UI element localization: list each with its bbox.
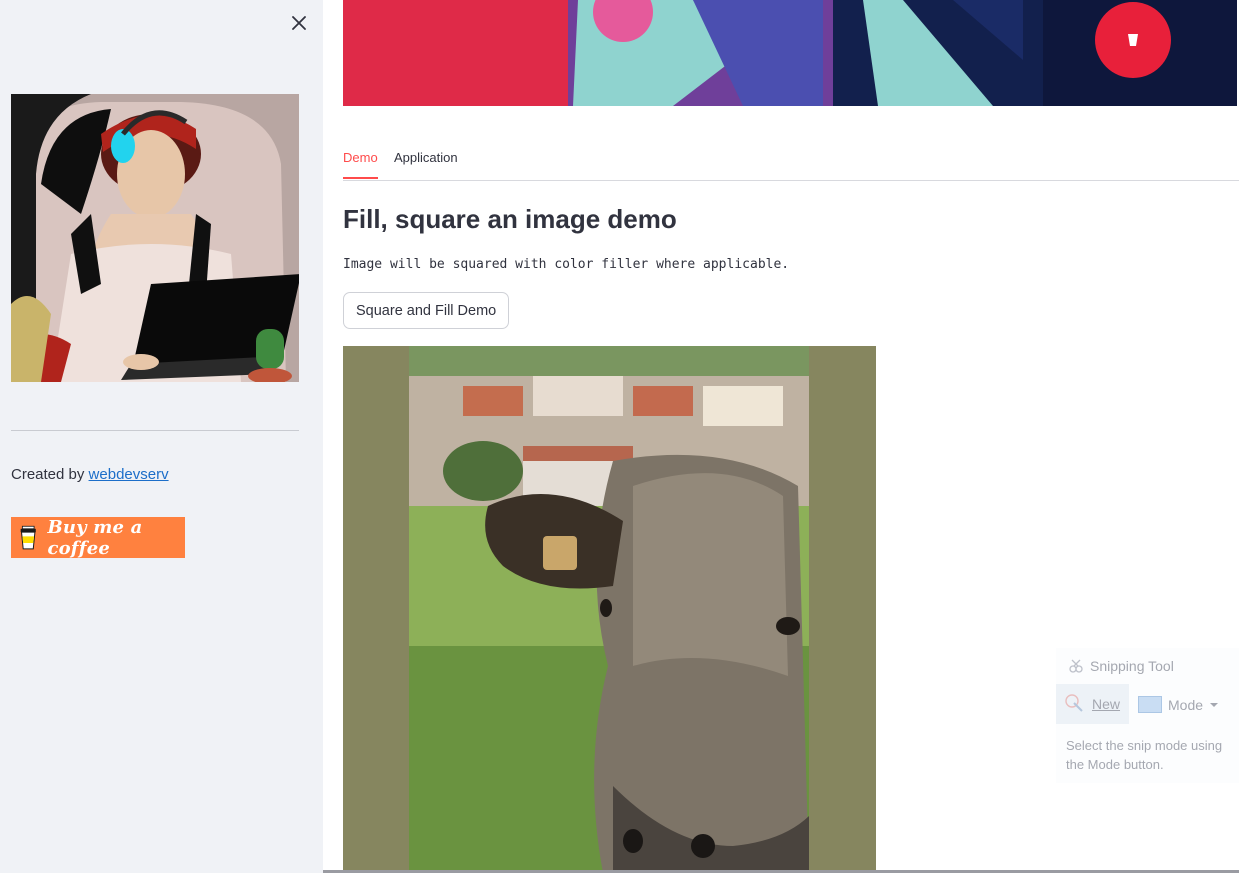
tab-bar: Demo Application bbox=[343, 146, 1239, 181]
scissors-icon bbox=[1069, 659, 1083, 673]
snipping-tool-title-text: Snipping Tool bbox=[1090, 658, 1174, 674]
new-snip-icon bbox=[1065, 694, 1083, 712]
square-and-fill-demo-button[interactable]: Square and Fill Demo bbox=[343, 292, 510, 329]
snip-new-label: New bbox=[1092, 696, 1121, 712]
app: Created by webdevserv Buy me a coffee De… bbox=[0, 0, 1239, 873]
sidebar-profile-image bbox=[11, 94, 299, 382]
mode-icon bbox=[1138, 696, 1162, 713]
squared-result-image bbox=[343, 346, 876, 873]
sidebar-divider bbox=[11, 430, 299, 431]
sidebar: Created by webdevserv Buy me a coffee bbox=[0, 0, 323, 873]
created-by-text: Created by webdevserv bbox=[11, 466, 169, 483]
header-banner-image bbox=[343, 0, 1237, 106]
close-icon bbox=[292, 16, 306, 30]
chevron-down-icon bbox=[1210, 702, 1219, 707]
snipping-tool-title: Snipping Tool bbox=[1068, 658, 1174, 674]
created-by-prefix: Created by bbox=[11, 466, 89, 483]
snip-help-text: Select the snip mode using the Mode butt… bbox=[1066, 738, 1223, 772]
tab-application[interactable]: Application bbox=[394, 150, 458, 177]
buy-me-a-coffee-button[interactable]: Buy me a coffee bbox=[11, 516, 185, 559]
description-text: Image will be squared with color filler … bbox=[343, 257, 790, 272]
snip-new-button[interactable]: New bbox=[1056, 684, 1129, 724]
page-title: Fill, square an image demo bbox=[343, 204, 677, 234]
snip-mode-dropdown[interactable]: Mode bbox=[1138, 696, 1219, 713]
snipping-tool-overlay: Snipping Tool New Mode Select the snip m… bbox=[1056, 648, 1239, 783]
tab-demo[interactable]: Demo bbox=[343, 150, 378, 179]
coffee-cup-icon bbox=[20, 525, 36, 549]
author-link[interactable]: webdevserv bbox=[89, 466, 169, 483]
close-sidebar-button[interactable] bbox=[288, 12, 310, 34]
buy-me-a-coffee-label: Buy me a coffee bbox=[47, 516, 143, 559]
snip-mode-label: Mode bbox=[1168, 696, 1204, 713]
